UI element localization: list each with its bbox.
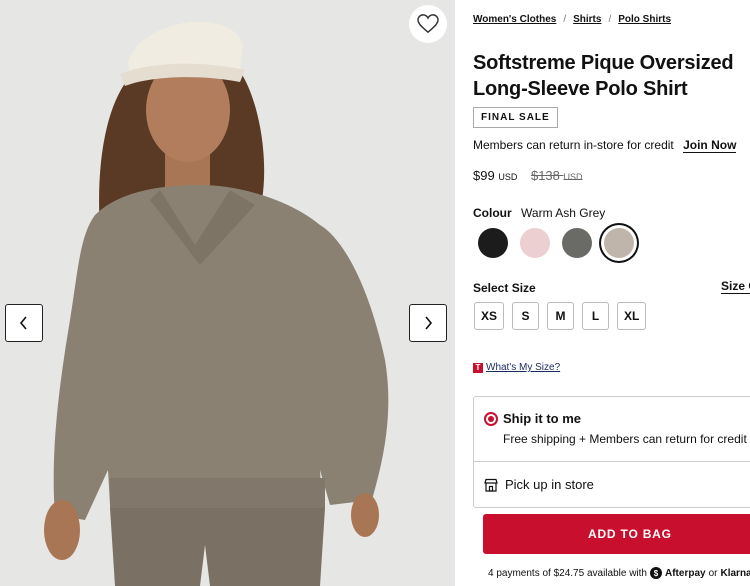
ship-it-subtitle: Free shipping + Members can return for c… [503, 432, 747, 446]
product-title-line1: Softstreme Pique Oversized [473, 52, 734, 74]
original-price: $138 USD [530, 168, 583, 183]
payment-text: 4 payments of $24.75 available with [488, 567, 647, 579]
colour-row: Colour Warm Ash Grey [473, 206, 605, 220]
product-title-line2: Long-Sleeve Polo Shirt [473, 78, 688, 100]
heart-icon [417, 14, 439, 34]
join-now-link[interactable]: Join Now [683, 138, 737, 153]
fulfillment-options: Ship it to me Free shipping + Members ca… [473, 396, 750, 508]
colour-swatch-grey[interactable] [562, 228, 592, 258]
membership-row: Members can return in-store for credit J… [473, 138, 737, 153]
selected-colour-name: Warm Ash Grey [521, 206, 606, 220]
wishlist-button[interactable] [409, 5, 447, 43]
size-option-xl[interactable]: XL [617, 302, 647, 330]
size-option-l[interactable]: L [582, 302, 610, 330]
breadcrumb-womens-clothes[interactable]: Women's Clothes [473, 14, 556, 25]
ship-it-title: Ship it to me [503, 411, 581, 426]
breadcrumb-shirts[interactable]: Shirts [573, 14, 601, 25]
breadcrumb-separator: / [563, 14, 567, 25]
colour-swatches [478, 228, 634, 258]
chevron-right-icon [425, 316, 433, 330]
breadcrumb-separator: / [608, 14, 612, 25]
product-photo [44, 21, 389, 586]
current-price: $99 [473, 168, 495, 183]
pickup-label: Pick up in store [505, 477, 594, 492]
ship-radio-button[interactable] [484, 412, 498, 426]
whats-my-size[interactable]: T What's My Size? [473, 362, 560, 373]
previous-image-button[interactable] [5, 304, 43, 342]
pickup-option[interactable]: Pick up in store [484, 477, 594, 492]
size-option-m[interactable]: M [547, 302, 575, 330]
product-details: Women's Clothes / Shirts / Polo Shirts S… [473, 0, 750, 586]
select-size-label: Select Size [473, 281, 536, 295]
payment-options: 4 payments of $24.75 available with $ Af… [488, 567, 750, 579]
product-title: Softstreme Pique Oversized Long-Sleeve P… [473, 50, 750, 102]
size-option-s[interactable]: S [512, 302, 540, 330]
colour-label: Colour [473, 206, 512, 220]
membership-text: Members can return in-store for credit [473, 138, 674, 152]
size-option-xs[interactable]: XS [474, 302, 505, 330]
breadcrumb: Women's Clothes / Shirts / Polo Shirts [473, 14, 671, 25]
chevron-left-icon [19, 316, 27, 330]
colour-swatch-black[interactable] [478, 228, 508, 258]
true-fit-icon: T [473, 362, 483, 373]
next-image-button[interactable] [409, 304, 447, 342]
colour-swatch-pink[interactable] [520, 228, 550, 258]
whats-my-size-link[interactable]: What's My Size? [486, 362, 560, 373]
colour-swatch-warm-ash-grey[interactable] [604, 228, 634, 258]
store-icon [484, 478, 498, 492]
fulfillment-divider [474, 461, 750, 462]
size-guide-link[interactable]: Size G [721, 279, 750, 294]
final-sale-badge: FINAL SALE [473, 107, 558, 128]
current-price-currency: USD [498, 172, 518, 182]
breadcrumb-polo-shirts[interactable]: Polo Shirts [618, 14, 671, 25]
add-to-bag-button[interactable]: ADD TO BAG [483, 514, 750, 554]
klarna-link[interactable]: Klarna. [720, 568, 750, 579]
size-options: XS S M L XL [474, 302, 647, 330]
product-image-gallery [0, 0, 455, 586]
price-row: $99 USD $138 USD [473, 168, 583, 183]
payment-or: or [708, 567, 718, 579]
afterpay-icon: $ [650, 567, 662, 579]
afterpay-link[interactable]: Afterpay [665, 568, 706, 579]
